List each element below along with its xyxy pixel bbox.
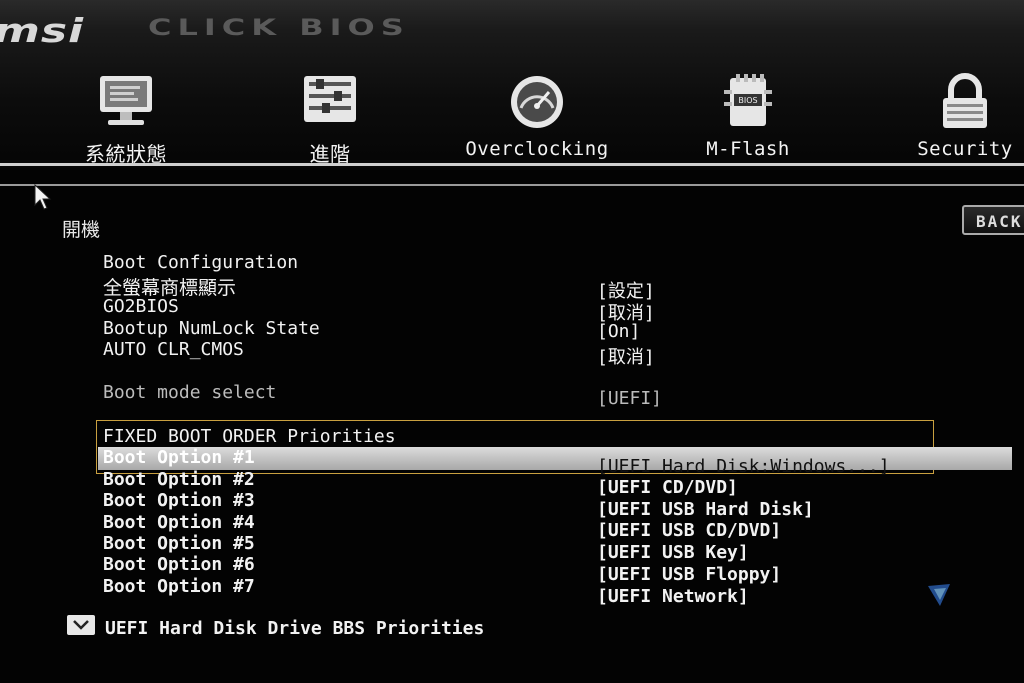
boot-option-5-value[interactable]: [UEFI USB Key] — [597, 542, 749, 563]
nav-m-flash[interactable]: BIOS M-Flash — [700, 72, 796, 160]
watermark-logo-icon — [928, 584, 950, 606]
boot-option-6-label[interactable]: Boot Option #6 — [103, 554, 255, 575]
gauge-icon — [511, 76, 563, 128]
numlock-value[interactable]: [On] — [597, 321, 640, 342]
bios-chip-icon: BIOS — [724, 74, 772, 126]
auto-clr-cmos-label[interactable]: AUTO CLR_CMOS — [103, 339, 244, 360]
go2bios-label[interactable]: GO2BIOS — [103, 296, 179, 317]
numlock-label[interactable]: Bootup NumLock State — [103, 318, 320, 339]
boot-option-3-value[interactable]: [UEFI USB Hard Disk] — [597, 499, 814, 520]
boot-option-7-label[interactable]: Boot Option #7 — [103, 576, 255, 597]
nav-label: Overclocking — [465, 138, 609, 160]
monitor-icon — [100, 76, 152, 125]
nav-security[interactable]: Security — [906, 72, 1024, 160]
back-button[interactable]: BACK — [962, 205, 1024, 235]
fixed-boot-order-heading: FIXED BOOT ORDER Priorities — [103, 426, 396, 447]
auto-clr-cmos-value[interactable]: [取消] — [597, 343, 655, 369]
boot-option-5-label[interactable]: Boot Option #5 — [103, 533, 255, 554]
content-divider — [0, 184, 1024, 186]
boot-option-3-label[interactable]: Boot Option #3 — [103, 490, 255, 511]
nav-overclocking[interactable]: Overclocking — [460, 72, 614, 160]
boot-option-1-label[interactable]: Boot Option #1 — [103, 447, 255, 468]
nav-label: Security — [917, 138, 1013, 160]
boot-option-1-value[interactable]: [UEFI Hard Disk:Windows...] — [597, 456, 890, 477]
boot-option-4-value[interactable]: [UEFI USB CD/DVD] — [597, 520, 781, 541]
boot-option-7-value[interactable]: [UEFI Network] — [597, 586, 749, 607]
header-divider — [0, 163, 1024, 166]
click-bios-wordmark: CLICK BIOS — [148, 14, 410, 41]
msi-logo: msi — [0, 12, 85, 51]
boot-configuration-heading: Boot Configuration — [103, 252, 299, 273]
mouse-cursor-icon — [34, 184, 52, 210]
boot-mode-select-label[interactable]: Boot mode select — [103, 382, 276, 403]
sliders-icon — [304, 76, 356, 122]
bios-screen: msi CLICK BIOS 系統狀態 進階 Overclocking BIOS… — [0, 0, 1024, 683]
section-title: 開機 — [62, 219, 101, 241]
uefi-bbs-priorities-link[interactable]: UEFI Hard Disk Drive BBS Priorities — [105, 618, 484, 639]
submenu-icon — [67, 615, 95, 635]
boot-option-2-value[interactable]: [UEFI CD/DVD] — [597, 477, 738, 498]
boot-mode-select-value[interactable]: [UEFI] — [597, 388, 662, 409]
nav-advanced[interactable]: 進階 — [290, 72, 370, 167]
svg-text:BIOS: BIOS — [738, 96, 757, 105]
top-navigation-bar: msi CLICK BIOS 系統狀態 進階 Overclocking BIOS… — [0, 0, 1024, 168]
nav-label: M-Flash — [706, 138, 790, 160]
lock-icon — [943, 73, 987, 128]
boot-option-2-label[interactable]: Boot Option #2 — [103, 469, 255, 490]
nav-system-status[interactable]: 系統狀態 — [78, 72, 174, 167]
boot-option-4-label[interactable]: Boot Option #4 — [103, 512, 255, 533]
boot-option-6-value[interactable]: [UEFI USB Floppy] — [597, 564, 781, 585]
